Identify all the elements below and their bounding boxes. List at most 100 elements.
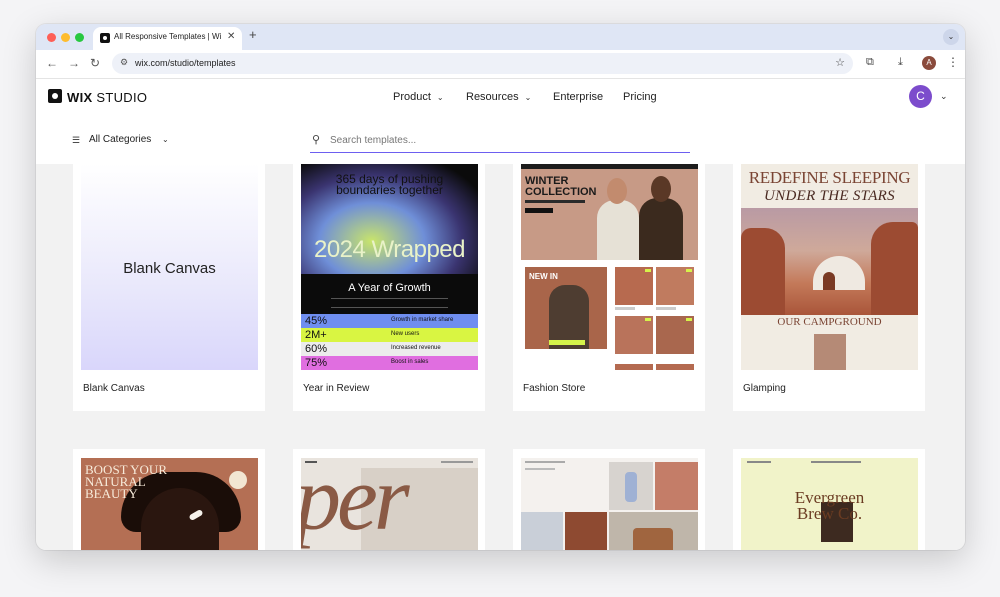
- preview-button: [549, 340, 585, 345]
- close-icon[interactable]: ✕: [227, 31, 235, 42]
- filter-bar: ☰ All Categories ⌄ ⚲: [36, 115, 965, 164]
- nav-resources[interactable]: Resources ⌄: [466, 91, 531, 103]
- skin-closeup-image: [655, 462, 698, 510]
- stat-label: Growth in market share: [391, 317, 454, 323]
- template-title[interactable]: Fashion Store: [523, 383, 585, 394]
- nav-enterprise[interactable]: Enterprise: [553, 91, 603, 103]
- maximize-window-button[interactable]: [75, 33, 84, 42]
- rock-shape: [871, 222, 918, 315]
- browser-window: All Responsive Templates | Wix ✕ + ⌄ ← →…: [36, 24, 965, 550]
- stat-value: 2M+: [305, 329, 327, 341]
- preview-headline: BOOST YOUR NATURAL BEAUTY: [85, 462, 167, 501]
- dome-tent: [813, 256, 865, 290]
- product-image: [656, 316, 694, 354]
- wix-logo-icon[interactable]: [48, 89, 62, 103]
- site-nav-bar: [747, 461, 771, 463]
- site-info-icon[interactable]: ⚙: [120, 57, 128, 68]
- preview-body-lines: [525, 468, 555, 470]
- badge-icon: [229, 471, 247, 489]
- site-nav-bar: [525, 461, 565, 463]
- template-card[interactable]: WINTER COLLECTION NEW IN Fashion Store: [513, 164, 705, 411]
- desert-image: [741, 208, 918, 315]
- chevron-down-icon[interactable]: ⌄: [940, 91, 948, 102]
- template-card[interactable]: Evergreen Brew Co.: [733, 449, 925, 550]
- template-preview[interactable]: per: [301, 458, 478, 550]
- filter-list-icon[interactable]: ☰: [72, 135, 80, 146]
- browser-profile-avatar[interactable]: A: [922, 56, 936, 70]
- preview-subtitle: A Year of Growth: [348, 282, 431, 294]
- nav-pricing[interactable]: Pricing: [623, 91, 657, 103]
- minimize-window-button[interactable]: [61, 33, 70, 42]
- wix-studio-logo[interactable]: WIX STUDIO: [67, 90, 147, 105]
- stat-value: 75%: [305, 357, 328, 369]
- extensions-icon[interactable]: ⧉: [866, 56, 874, 69]
- tab-title: All Responsive Templates | Wix: [114, 32, 221, 41]
- template-card[interactable]: BOOST YOUR NATURAL BEAUTY: [73, 449, 265, 550]
- url-text[interactable]: wix.com/studio/templates: [135, 58, 236, 68]
- product-image: [656, 364, 694, 370]
- browser-tab[interactable]: All Responsive Templates | Wix ✕: [93, 27, 242, 50]
- tab-strip: All Responsive Templates | Wix ✕ + ⌄: [36, 24, 965, 50]
- template-card[interactable]: per: [293, 449, 485, 550]
- reload-icon[interactable]: ↻: [90, 56, 100, 70]
- preview-headline: 365 days of pushing boundaries together: [335, 172, 444, 197]
- site-header: WIX STUDIO Product ⌄ Resources ⌄ Enterpris…: [36, 79, 965, 116]
- stat-value: 60%: [305, 343, 328, 355]
- category-dropdown[interactable]: All Categories: [89, 134, 151, 145]
- template-card[interactable]: 365 days of pushing boundaries together …: [293, 164, 485, 411]
- model-image: [639, 198, 683, 260]
- nav-product[interactable]: Product ⌄: [393, 91, 444, 103]
- preview-headline: per: [301, 458, 410, 549]
- template-title[interactable]: Glamping: [743, 383, 786, 394]
- model-image: [521, 512, 563, 550]
- template-title[interactable]: Blank Canvas: [83, 383, 145, 394]
- model-image: [597, 200, 639, 260]
- stat-row: 60% Increased revenue: [301, 342, 478, 356]
- hero-banner: WINTER COLLECTION: [521, 164, 698, 260]
- address-bar[interactable]: ⚙ wix.com/studio/templates ☆: [112, 53, 853, 74]
- browser-menu-icon[interactable]: ⋮: [947, 55, 959, 69]
- dome-door: [823, 272, 835, 290]
- product-image: [615, 316, 653, 354]
- template-preview[interactable]: BOOST YOUR NATURAL BEAUTY: [81, 458, 258, 550]
- template-card[interactable]: [513, 449, 705, 550]
- template-card[interactable]: Blank Canvas Blank Canvas: [73, 164, 265, 411]
- user-avatar[interactable]: C: [909, 85, 932, 108]
- new-tab-button[interactable]: +: [249, 27, 257, 42]
- model-image: [607, 178, 627, 204]
- template-preview[interactable]: Evergreen Brew Co.: [741, 458, 918, 550]
- search-input[interactable]: [328, 131, 682, 149]
- stat-row: 75% Boost in sales: [301, 356, 478, 370]
- template-preview[interactable]: WINTER COLLECTION NEW IN: [521, 164, 698, 370]
- stat-label: New users: [391, 331, 420, 337]
- close-window-button[interactable]: [47, 33, 56, 42]
- bookmark-star-icon[interactable]: ☆: [835, 56, 845, 69]
- promo-card: NEW IN: [525, 267, 607, 349]
- tab-search-icon[interactable]: ⌄: [943, 29, 959, 45]
- chevron-down-icon: ⌄: [524, 93, 532, 102]
- preview-text: Blank Canvas: [123, 260, 216, 277]
- search-icon: ⚲: [312, 134, 321, 146]
- template-title[interactable]: Year in Review: [303, 383, 369, 394]
- template-preview[interactable]: Blank Canvas: [81, 164, 258, 370]
- back-arrow-icon[interactable]: ←: [46, 56, 58, 70]
- forward-arrow-icon[interactable]: →: [68, 56, 80, 70]
- stat-label: Increased revenue: [391, 345, 441, 351]
- chevron-down-icon[interactable]: ⌄: [162, 135, 169, 144]
- template-card[interactable]: REDEFINE SLEEPING UNDER THE STARS OUR CA…: [733, 164, 925, 411]
- bottle-image: [625, 472, 637, 502]
- stat-label: Boost in sales: [391, 359, 429, 365]
- preview-headline: REDEFINE SLEEPING: [748, 168, 911, 187]
- chevron-down-icon: ⌄: [436, 93, 444, 102]
- promo-label: NEW IN: [529, 272, 558, 281]
- preview-button: [525, 208, 553, 213]
- site-nav-bar: [811, 461, 861, 463]
- product-image: [656, 267, 694, 305]
- preview-subtitle: UNDER THE STARS: [764, 188, 895, 204]
- download-icon[interactable]: ⤓: [898, 56, 903, 69]
- preview-headline: WINTER COLLECTION: [525, 175, 597, 198]
- template-preview[interactable]: 365 days of pushing boundaries together …: [301, 164, 478, 370]
- template-preview[interactable]: [521, 458, 698, 550]
- preview-photo: [814, 334, 846, 370]
- template-preview[interactable]: REDEFINE SLEEPING UNDER THE STARS OUR CA…: [741, 164, 918, 370]
